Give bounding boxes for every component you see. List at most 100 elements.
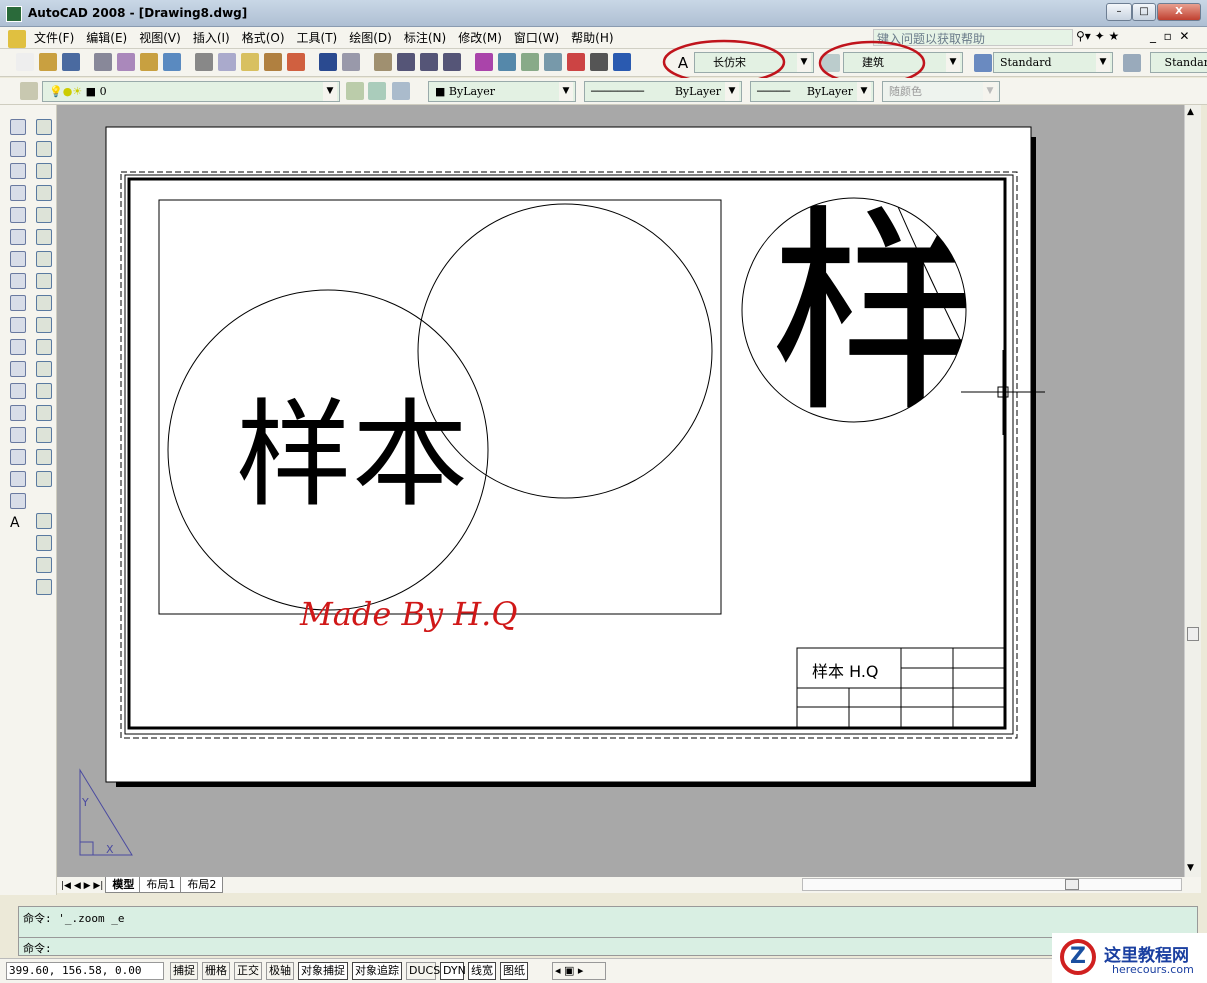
tab-2[interactable]: 布局2 [180,877,224,893]
copy-icon[interactable] [218,53,236,71]
markup-icon[interactable] [567,53,585,71]
status-toggle-2[interactable]: 正交 [234,962,262,980]
status-toggle-4[interactable]: 对象捕捉 [298,962,348,980]
layer-manager-icon[interactable] [20,82,38,100]
document-window-controls[interactable]: _ ▫ ✕ [1150,29,1189,43]
menu-6[interactable]: 绘图(D) [343,27,398,49]
tab-0[interactable]: 模型 [105,877,142,893]
linetype-dropdown[interactable]: ──────── ByLayer ▼ [584,81,742,102]
status-toggle-5[interactable]: 对象追踪 [352,962,402,980]
stretch-icon[interactable] [36,295,52,311]
signature-text[interactable]: Made By H.Q [299,595,518,633]
plot-icon[interactable] [94,53,112,71]
open-icon[interactable] [39,53,57,71]
status-toggle-7[interactable]: DYN [440,962,466,980]
command-input[interactable]: 命令: [19,938,1197,958]
save-icon[interactable] [62,53,80,71]
status-toggle-1[interactable]: 栅格 [202,962,230,980]
copy-object-icon[interactable] [36,141,52,157]
multiline-text-icon[interactable]: A [10,515,26,531]
match-properties-icon[interactable] [264,53,282,71]
status-toggle-3[interactable]: 极轴 [266,962,294,980]
trim-icon[interactable] [36,317,52,333]
help-icon[interactable] [613,53,631,71]
sample-text[interactable]: 样本 [236,388,468,523]
hscroll-thumb[interactable] [1065,879,1079,890]
menu-10[interactable]: 帮助(H) [565,27,619,49]
join-icon[interactable] [36,405,52,421]
plot-preview-icon[interactable] [117,53,135,71]
redo-icon[interactable] [342,53,360,71]
spline-icon[interactable] [10,295,26,311]
erase-icon[interactable] [36,119,52,135]
arc-icon[interactable] [10,229,26,245]
text-style-icon[interactable]: A [674,54,692,72]
multileader-style-icon[interactable] [1123,54,1141,72]
point-icon[interactable] [10,405,26,421]
multileader-style-dropdown[interactable]: Standar [1150,52,1207,73]
plot-style-dropdown[interactable]: 随颜色 ▼ [882,81,1000,102]
help-search-input[interactable]: 键入问题以获取帮助 [873,29,1073,46]
make-object-layer-current-icon[interactable] [346,82,364,100]
break-icon[interactable] [36,383,52,399]
polygon-icon[interactable] [10,185,26,201]
publish-icon[interactable] [140,53,158,71]
ellipse-icon[interactable] [10,317,26,333]
polyline-icon[interactable] [10,163,26,179]
menu-3[interactable]: 插入(I) [187,27,236,49]
insert-block-icon[interactable] [10,361,26,377]
draworder-front-icon[interactable] [36,513,52,529]
menu-1[interactable]: 编辑(E) [80,27,133,49]
tab-1[interactable]: 布局1 [139,877,183,893]
lineweight-dropdown[interactable]: ───── ByLayer ▼ [750,81,874,102]
explode-icon[interactable] [36,471,52,487]
zoom-window-icon[interactable] [420,53,438,71]
construction-line-icon[interactable] [10,141,26,157]
cut-icon[interactable] [195,53,213,71]
minimize-button[interactable]: – [1106,3,1132,21]
menu-0[interactable]: 文件(F) [28,27,80,49]
layer-previous-icon[interactable] [368,82,386,100]
3d-dwf-icon[interactable] [163,53,181,71]
menu-8[interactable]: 修改(M) [452,27,508,49]
color-dropdown[interactable]: ■ ByLayer ▼ [428,81,576,102]
region-icon[interactable] [10,471,26,487]
calculator-icon[interactable] [590,53,608,71]
make-block-icon[interactable] [10,383,26,399]
scroll-thumb[interactable] [1187,627,1199,641]
table-style-dropdown[interactable]: Standard ▼ [993,52,1113,73]
layer-dropdown[interactable]: 💡●☀ ■ 0 ▼ [42,81,340,102]
text-style-dropdown[interactable]: 长仿宋 ▼ [694,52,814,73]
array-icon[interactable] [36,207,52,223]
table-icon[interactable] [10,493,26,509]
hatch-icon[interactable] [10,427,26,443]
chamfer-icon[interactable] [36,427,52,443]
move-icon[interactable] [36,229,52,245]
scale-icon[interactable] [36,273,52,289]
horizontal-scrollbar[interactable] [802,878,1182,891]
tool-palettes-icon[interactable] [521,53,539,71]
zoom-realtime-icon[interactable] [397,53,415,71]
line-icon[interactable] [10,119,26,135]
drawing-svg[interactable]: 样本 样本 Made By H.Q 样本 H.Q Y X [57,105,1184,877]
menu-2[interactable]: 视图(V) [133,27,187,49]
document-icon[interactable] [8,29,26,48]
pan-icon[interactable] [374,53,392,71]
draworder-back-icon[interactable] [36,535,52,551]
table-style-icon[interactable] [974,54,992,72]
paste-icon[interactable] [241,53,259,71]
extend-icon[interactable] [36,339,52,355]
ellipse-arc-icon[interactable] [10,339,26,355]
design-center-icon[interactable] [498,53,516,71]
menu-4[interactable]: 格式(O) [236,27,291,49]
sheet-set-icon[interactable] [544,53,562,71]
draworder-under-icon[interactable] [36,579,52,595]
fillet-icon[interactable] [36,449,52,465]
circle-icon[interactable] [10,251,26,267]
undo-icon[interactable] [319,53,337,71]
revision-cloud-icon[interactable] [10,273,26,289]
rectangle-icon[interactable] [10,207,26,223]
menu-7[interactable]: 标注(N) [398,27,452,49]
mirror-icon[interactable] [36,163,52,179]
zoom-previous-icon[interactable] [443,53,461,71]
